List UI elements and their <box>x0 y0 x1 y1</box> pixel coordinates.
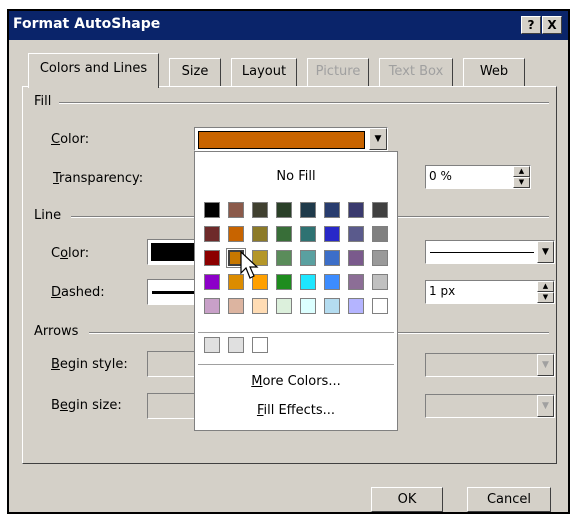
recent-color-swatch[interactable] <box>252 337 268 353</box>
palette-divider <box>198 364 394 365</box>
color-swatch[interactable] <box>324 226 340 242</box>
color-swatch[interactable] <box>348 274 364 290</box>
spin-up-icon[interactable]: ▲ <box>537 281 554 292</box>
color-swatch[interactable] <box>372 274 388 290</box>
dialog-title: Format AutoShape <box>13 16 161 32</box>
recent-color-swatch[interactable] <box>204 337 220 353</box>
spin-up-icon[interactable]: ▲ <box>513 166 530 177</box>
arrows-section-label: Arrows <box>34 324 79 339</box>
color-swatch[interactable] <box>276 226 292 242</box>
title-bar[interactable]: Format AutoShape ? X <box>9 11 568 40</box>
color-swatch[interactable] <box>324 298 340 314</box>
chevron-down-icon[interactable]: ▼ <box>369 128 387 150</box>
color-swatch[interactable] <box>300 250 316 266</box>
more-colors-option[interactable]: More Colors... <box>195 374 397 389</box>
color-swatch[interactable] <box>276 250 292 266</box>
help-button[interactable]: ? <box>521 16 541 34</box>
color-swatch[interactable] <box>372 226 388 242</box>
palette-divider <box>198 332 394 333</box>
tab-size[interactable]: Size <box>169 58 221 86</box>
color-swatch[interactable] <box>252 226 268 242</box>
line-color-label: Color: <box>51 246 90 261</box>
fill-color-dropdown[interactable]: ▼ <box>194 127 388 151</box>
color-swatch[interactable] <box>228 226 244 242</box>
tab-web[interactable]: Web <box>463 58 525 86</box>
transparency-value: 0 % <box>429 169 452 183</box>
color-swatch[interactable] <box>372 298 388 314</box>
chevron-down-icon: ▼ <box>537 395 554 417</box>
fill-color-label: Color: <box>51 132 90 147</box>
color-palette-popup: No Fill More Colors... Fill Effects... <box>194 151 398 431</box>
begin-style-label: Begin style: <box>51 357 128 372</box>
tab-colors-and-lines[interactable]: Colors and Lines <box>28 53 159 88</box>
chevron-down-icon[interactable]: ▼ <box>537 241 554 263</box>
color-swatch[interactable] <box>300 298 316 314</box>
fill-effects-option[interactable]: Fill Effects... <box>195 403 397 418</box>
color-swatch[interactable] <box>204 250 220 266</box>
tab-text-box: Text Box <box>379 58 453 86</box>
color-swatch[interactable] <box>252 298 268 314</box>
chevron-down-icon: ▼ <box>537 354 554 376</box>
line-section-label: Line <box>34 208 62 223</box>
color-swatch[interactable] <box>372 250 388 266</box>
color-swatch[interactable] <box>348 250 364 266</box>
transparency-spinner[interactable]: 0 % ▲ ▼ <box>425 165 531 189</box>
transparency-label: Transparency: <box>53 171 144 186</box>
color-swatch[interactable] <box>300 274 316 290</box>
color-swatch[interactable] <box>324 274 340 290</box>
fill-color-swatch <box>198 131 365 149</box>
color-swatch[interactable] <box>324 202 340 218</box>
color-swatch[interactable] <box>204 226 220 242</box>
color-swatch[interactable] <box>276 202 292 218</box>
line-style-dropdown[interactable]: ▼ <box>425 240 555 264</box>
color-swatch[interactable] <box>204 274 220 290</box>
color-swatch[interactable] <box>228 202 244 218</box>
color-swatch[interactable] <box>276 298 292 314</box>
line-style-preview <box>430 252 534 253</box>
spin-down-icon[interactable]: ▼ <box>537 292 554 303</box>
color-swatch[interactable] <box>300 226 316 242</box>
color-swatch[interactable] <box>300 202 316 218</box>
close-button[interactable]: X <box>542 16 562 34</box>
tab-layout[interactable]: Layout <box>231 58 297 86</box>
color-swatch[interactable] <box>228 298 244 314</box>
dashed-label: Dashed: <box>51 285 105 300</box>
color-swatch[interactable] <box>348 298 364 314</box>
color-swatch[interactable] <box>204 202 220 218</box>
color-swatch[interactable] <box>372 202 388 218</box>
color-swatch[interactable] <box>276 274 292 290</box>
color-swatch[interactable] <box>204 298 220 314</box>
cancel-button[interactable]: Cancel <box>467 487 551 512</box>
end-size-dropdown: ▼ <box>425 394 555 418</box>
color-swatch[interactable] <box>324 250 340 266</box>
end-style-dropdown: ▼ <box>425 353 555 377</box>
recent-color-swatch[interactable] <box>228 337 244 353</box>
begin-size-label: Begin size: <box>51 398 122 413</box>
spin-down-icon[interactable]: ▼ <box>513 177 530 188</box>
mouse-pointer-icon <box>240 251 259 279</box>
ok-button[interactable]: OK <box>371 487 443 512</box>
line-weight-spinner[interactable]: 1 px ▲ ▼ <box>425 280 555 304</box>
color-swatch[interactable] <box>348 226 364 242</box>
color-swatch[interactable] <box>348 202 364 218</box>
tab-picture: Picture <box>307 58 369 86</box>
no-fill-option[interactable]: No Fill <box>195 169 397 184</box>
fill-section-label: Fill <box>34 94 52 109</box>
color-swatch[interactable] <box>252 202 268 218</box>
fill-divider <box>59 102 549 104</box>
line-weight-value: 1 px <box>429 284 456 298</box>
